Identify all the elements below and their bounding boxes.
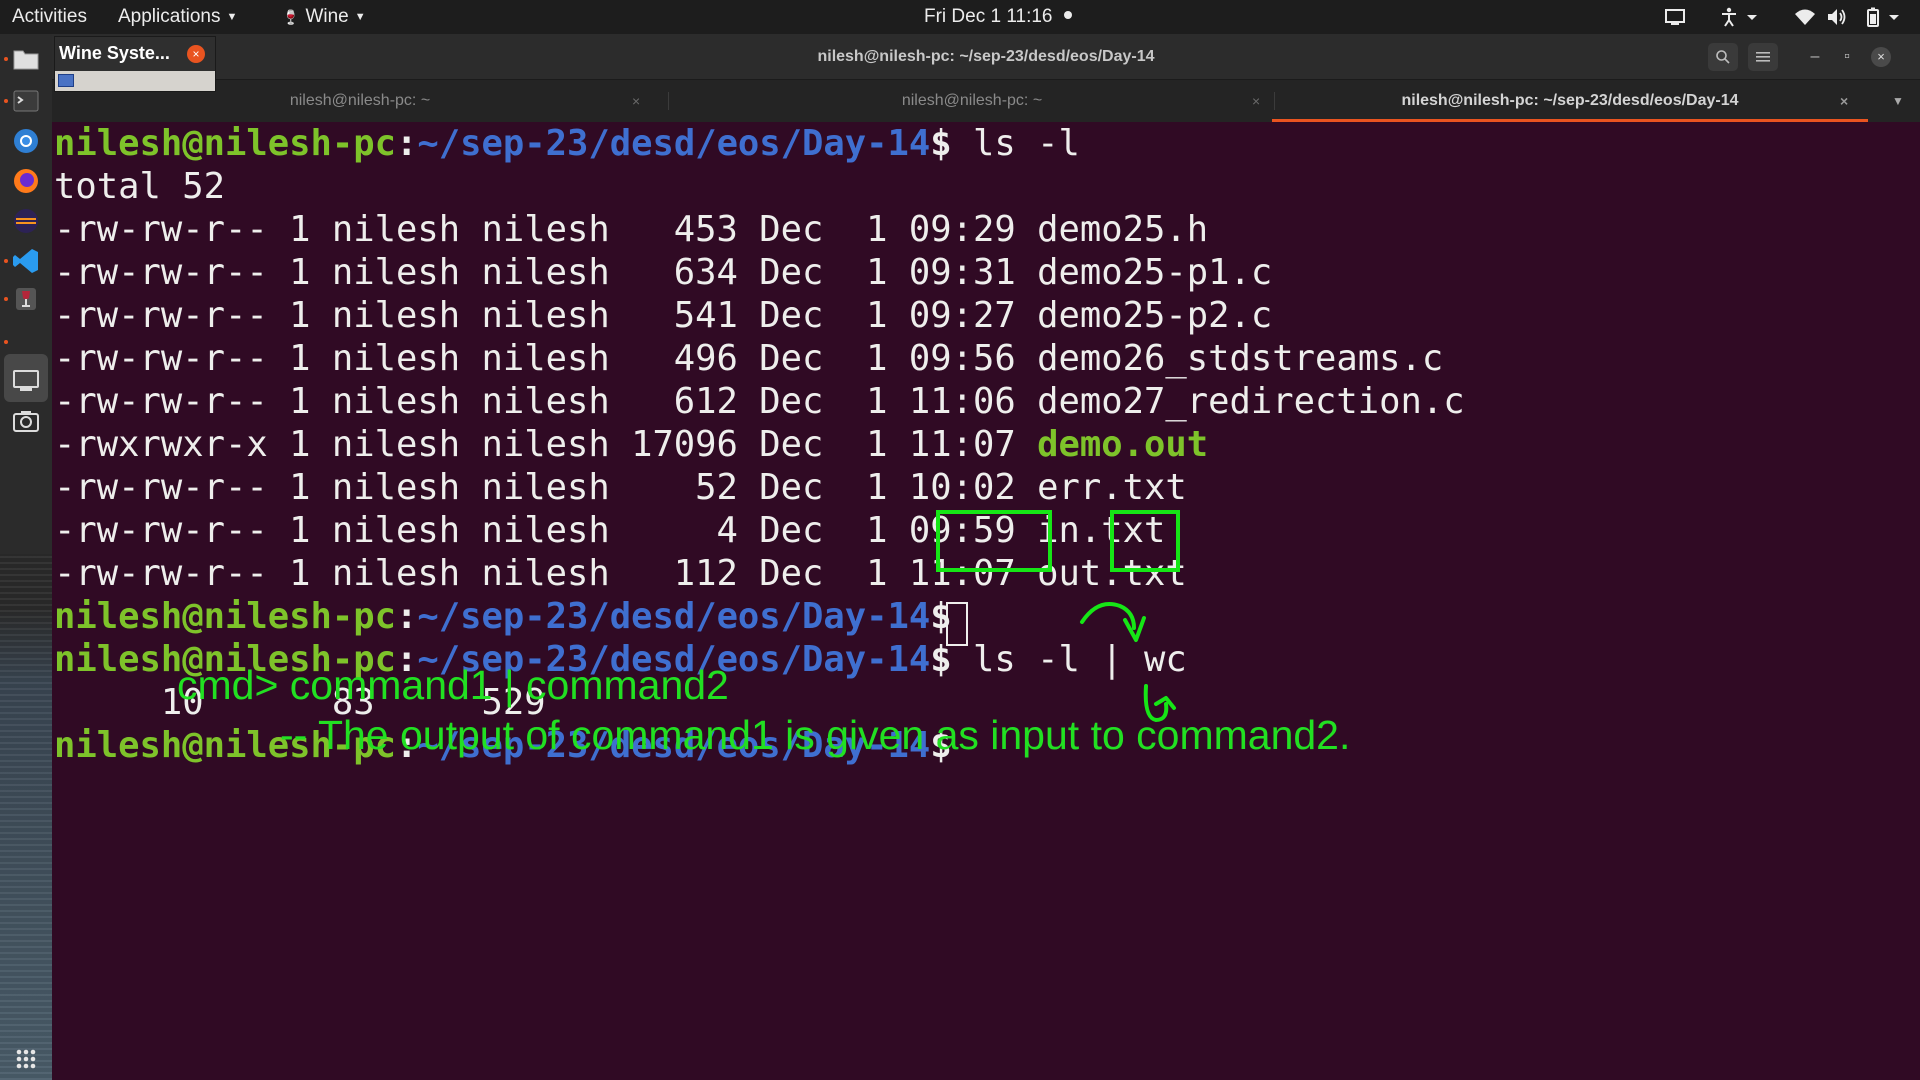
- annotation-syntax: cmd> command1 | command2: [177, 662, 729, 708]
- close-icon[interactable]: ×: [187, 45, 205, 63]
- popup-body: [55, 71, 215, 91]
- window-icon[interactable]: [58, 74, 74, 87]
- popup-title: Wine Syste...: [59, 43, 170, 63]
- annotation-explanation: -- The output of command1 is given as in…: [280, 712, 1351, 758]
- annotation-arrows: [1080, 602, 1176, 723]
- wine-system-tray-popup[interactable]: Wine Syste... ×: [54, 36, 216, 92]
